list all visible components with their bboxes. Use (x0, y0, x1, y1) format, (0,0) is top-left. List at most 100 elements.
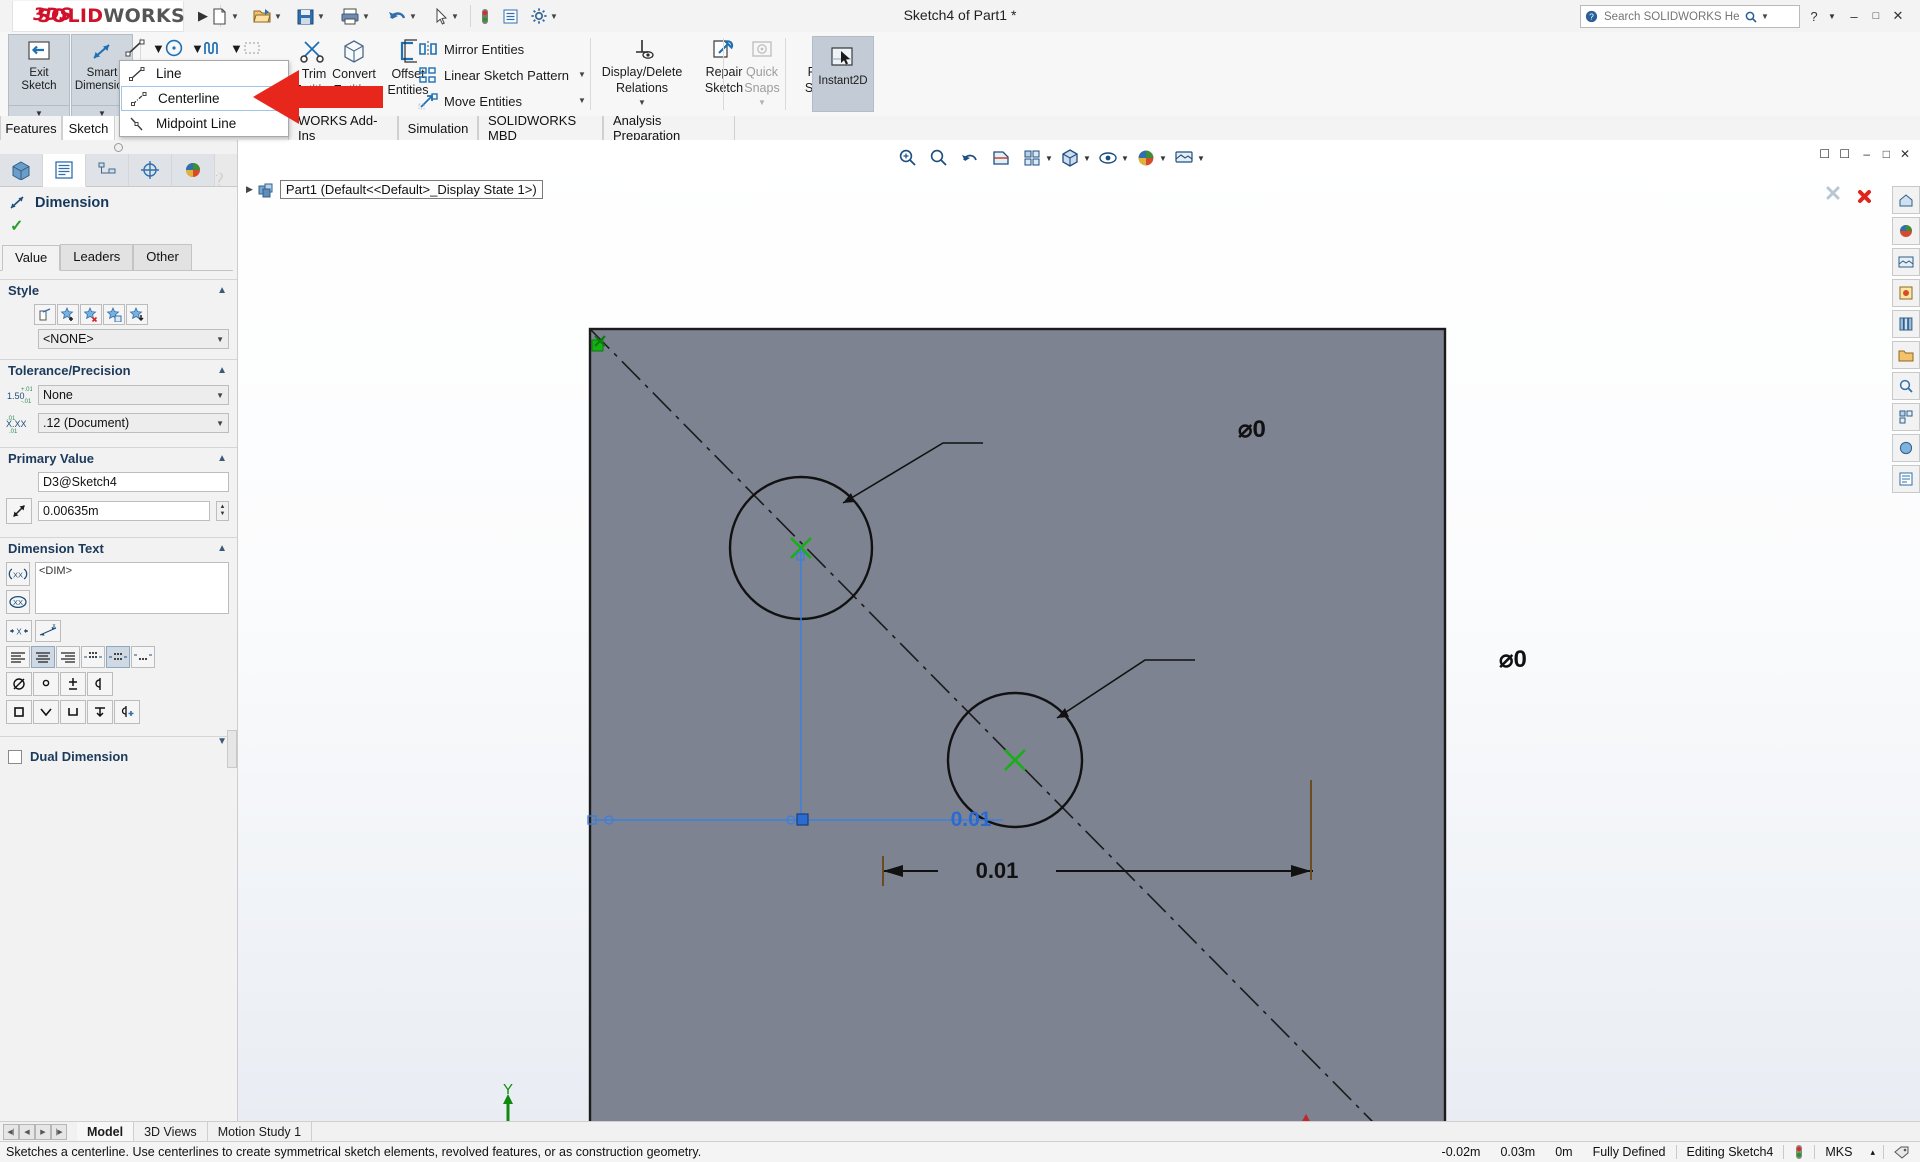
add-value-button[interactable]: X (6, 620, 32, 642)
tab-analysis-preparation[interactable]: Analysis Preparation (603, 113, 735, 143)
tab-simulation[interactable]: Simulation (398, 116, 478, 140)
delete-style-button[interactable] (80, 304, 102, 325)
load-style-button[interactable] (126, 304, 148, 325)
pm-tab-other[interactable]: Other (133, 244, 192, 270)
plus-minus-symbol-button[interactable] (60, 672, 86, 696)
nav-last-button[interactable]: |▶ (51, 1124, 67, 1140)
dimension-value-icon-button[interactable] (6, 498, 32, 524)
nav-prev-button[interactable]: ◀ (19, 1124, 35, 1140)
add-inspection-button[interactable]: XX (6, 590, 30, 614)
align-left-button[interactable] (6, 646, 30, 668)
primary-value-group-header[interactable]: Primary Value ▲ (0, 447, 237, 469)
chevron-down-icon[interactable]: ▼ (216, 335, 224, 344)
status-units-caret[interactable]: ▴ (1862, 1142, 1883, 1162)
move-entities-item[interactable]: Move Entities (418, 89, 522, 113)
chevron-up-icon[interactable]: ▲ (217, 285, 227, 296)
chevron-down-icon[interactable]: ▼ (216, 419, 224, 428)
accept-button[interactable]: ✓ (0, 214, 237, 240)
rectangle-tool-button[interactable] (241, 36, 263, 60)
add-dim-button[interactable]: X (35, 620, 61, 642)
pm-tab-value[interactable]: Value (2, 245, 61, 271)
status-tag-button[interactable] (1884, 1142, 1920, 1162)
tab-features[interactable]: Features (0, 116, 62, 140)
precision-combo[interactable]: .12 (Document) ▼ (38, 413, 229, 433)
dual-dimension-checkbox-row[interactable]: Dual Dimension (0, 745, 237, 768)
dimension-value-field[interactable]: 0.00635m (38, 501, 210, 521)
tolerance-group-header[interactable]: Tolerance/Precision ▲ (0, 359, 237, 381)
square-symbol-button[interactable] (6, 700, 32, 724)
pm-tab-leaders[interactable]: Leaders (60, 244, 134, 270)
help-button[interactable]: ? (1804, 6, 1824, 26)
nav-next-button[interactable]: ▶ (35, 1124, 51, 1140)
chevron-up-icon[interactable]: ▲ (217, 543, 227, 554)
configuration-manager-tab[interactable] (86, 154, 129, 186)
feature-manager-tab[interactable] (0, 154, 43, 186)
chevron-down-icon[interactable]: ▼ (1761, 12, 1769, 21)
tolerance-combo[interactable]: None ▼ (38, 385, 229, 405)
minimize-button[interactable]: – (1844, 6, 1864, 26)
text-below-button[interactable] (131, 646, 155, 668)
chevron-symbol-button[interactable] (33, 700, 59, 724)
dimension-name-field[interactable]: D3@Sketch4 (38, 472, 229, 492)
chevron-down-icon[interactable]: ▼ (216, 391, 224, 400)
dual-dimension-group-header[interactable]: ▼ (0, 736, 237, 747)
search-input[interactable] (1602, 9, 1741, 24)
instant2d-button[interactable]: Instant2D (812, 36, 874, 112)
display-delete-relations-button[interactable]: Display/Delete Relations ▼ (594, 38, 690, 107)
dimension-text-group-header[interactable]: Dimension Text ▲ (0, 537, 237, 559)
tab-sketch[interactable]: Sketch (62, 116, 115, 140)
counterbore-symbol-button[interactable] (60, 700, 86, 724)
bottom-tab-model[interactable]: Model (77, 1122, 135, 1142)
add-parenthesis-button[interactable]: XX (6, 562, 30, 586)
status-rebuild-indicator[interactable] (1784, 1142, 1814, 1162)
status-units[interactable]: MKS (1815, 1142, 1862, 1162)
tab-solidworks-mbd[interactable]: SOLIDWORKS MBD (478, 113, 603, 143)
dual-dimension-checkbox[interactable] (8, 749, 22, 764)
text-above-button[interactable] (81, 646, 105, 668)
help-circle-icon[interactable]: ❔ (211, 172, 227, 188)
panel-pin[interactable] (0, 140, 237, 154)
quick-snaps-dropdown-icon[interactable]: ▼ (758, 98, 766, 107)
bottom-tab-motion-study[interactable]: Motion Study 1 (208, 1122, 313, 1142)
maximize-button[interactable]: □ (1866, 6, 1886, 26)
graphics-area[interactable]: ▼ ▼ ▼ ▼ ▼ ☐ ☐ – □ ✕ ▶ Part1 (Default<<De… (238, 140, 1920, 1121)
mirror-entities-item[interactable]: Mirror Entities (418, 37, 524, 61)
more-symbols-button[interactable] (114, 700, 140, 724)
save-style-button[interactable] (103, 304, 125, 325)
degree-symbol-button[interactable] (33, 672, 59, 696)
panel-resize-handle[interactable] (227, 730, 237, 768)
chevron-down-icon[interactable]: ▼ (217, 736, 227, 747)
align-right-button[interactable] (56, 646, 80, 668)
chevron-up-icon[interactable]: ▲ (217, 365, 227, 376)
style-combo[interactable]: <NONE> ▼ (38, 329, 229, 349)
add-style-button[interactable] (57, 304, 79, 325)
spline-tool-button[interactable]: ▼ (202, 36, 243, 60)
style-group-header[interactable]: Style ▲ (0, 279, 237, 301)
no-style-button[interactable] (34, 304, 56, 325)
centerline-symbol-button[interactable] (87, 672, 113, 696)
dimxpert-manager-tab[interactable] (129, 154, 172, 186)
tab-nav-buttons[interactable]: ◀| ◀ ▶ |▶ (3, 1124, 67, 1140)
move-entities-dropdown-icon[interactable]: ▼ (578, 96, 586, 105)
dimension-text-area[interactable]: <DIM> (35, 562, 229, 614)
text-center-button[interactable] (106, 646, 130, 668)
line-tool-button[interactable]: ▼ (124, 36, 165, 60)
close-button[interactable]: ✕ (1888, 6, 1908, 26)
property-manager-tab[interactable] (43, 154, 86, 187)
linear-pattern-dropdown-icon[interactable]: ▼ (578, 70, 586, 79)
align-center-button[interactable] (31, 646, 55, 668)
bottom-tab-3dviews[interactable]: 3D Views (134, 1122, 208, 1142)
help-search-box[interactable]: ? ▼ (1580, 5, 1800, 28)
help-dropdown-icon[interactable]: ▼ (1822, 6, 1842, 26)
diameter-symbol-button[interactable] (6, 672, 32, 696)
linear-sketch-pattern-item[interactable]: Linear Sketch Pattern (418, 63, 569, 87)
circle-tool-button[interactable]: ▼ (163, 36, 204, 60)
depth-symbol-button[interactable] (87, 700, 113, 724)
dimension-value-stepper[interactable]: ▲ ▼ (216, 501, 229, 521)
sketch-canvas[interactable]: ⌀0 ⌀0 0.01 0.01 Y (238, 140, 1920, 1121)
nav-first-button[interactable]: ◀| (3, 1124, 19, 1140)
display-delete-relations-dropdown-icon[interactable]: ▼ (638, 98, 646, 107)
display-manager-tab[interactable] (172, 154, 215, 186)
chevron-up-icon[interactable]: ▲ (217, 453, 227, 464)
exit-sketch-button[interactable]: Exit Sketch (8, 34, 70, 106)
